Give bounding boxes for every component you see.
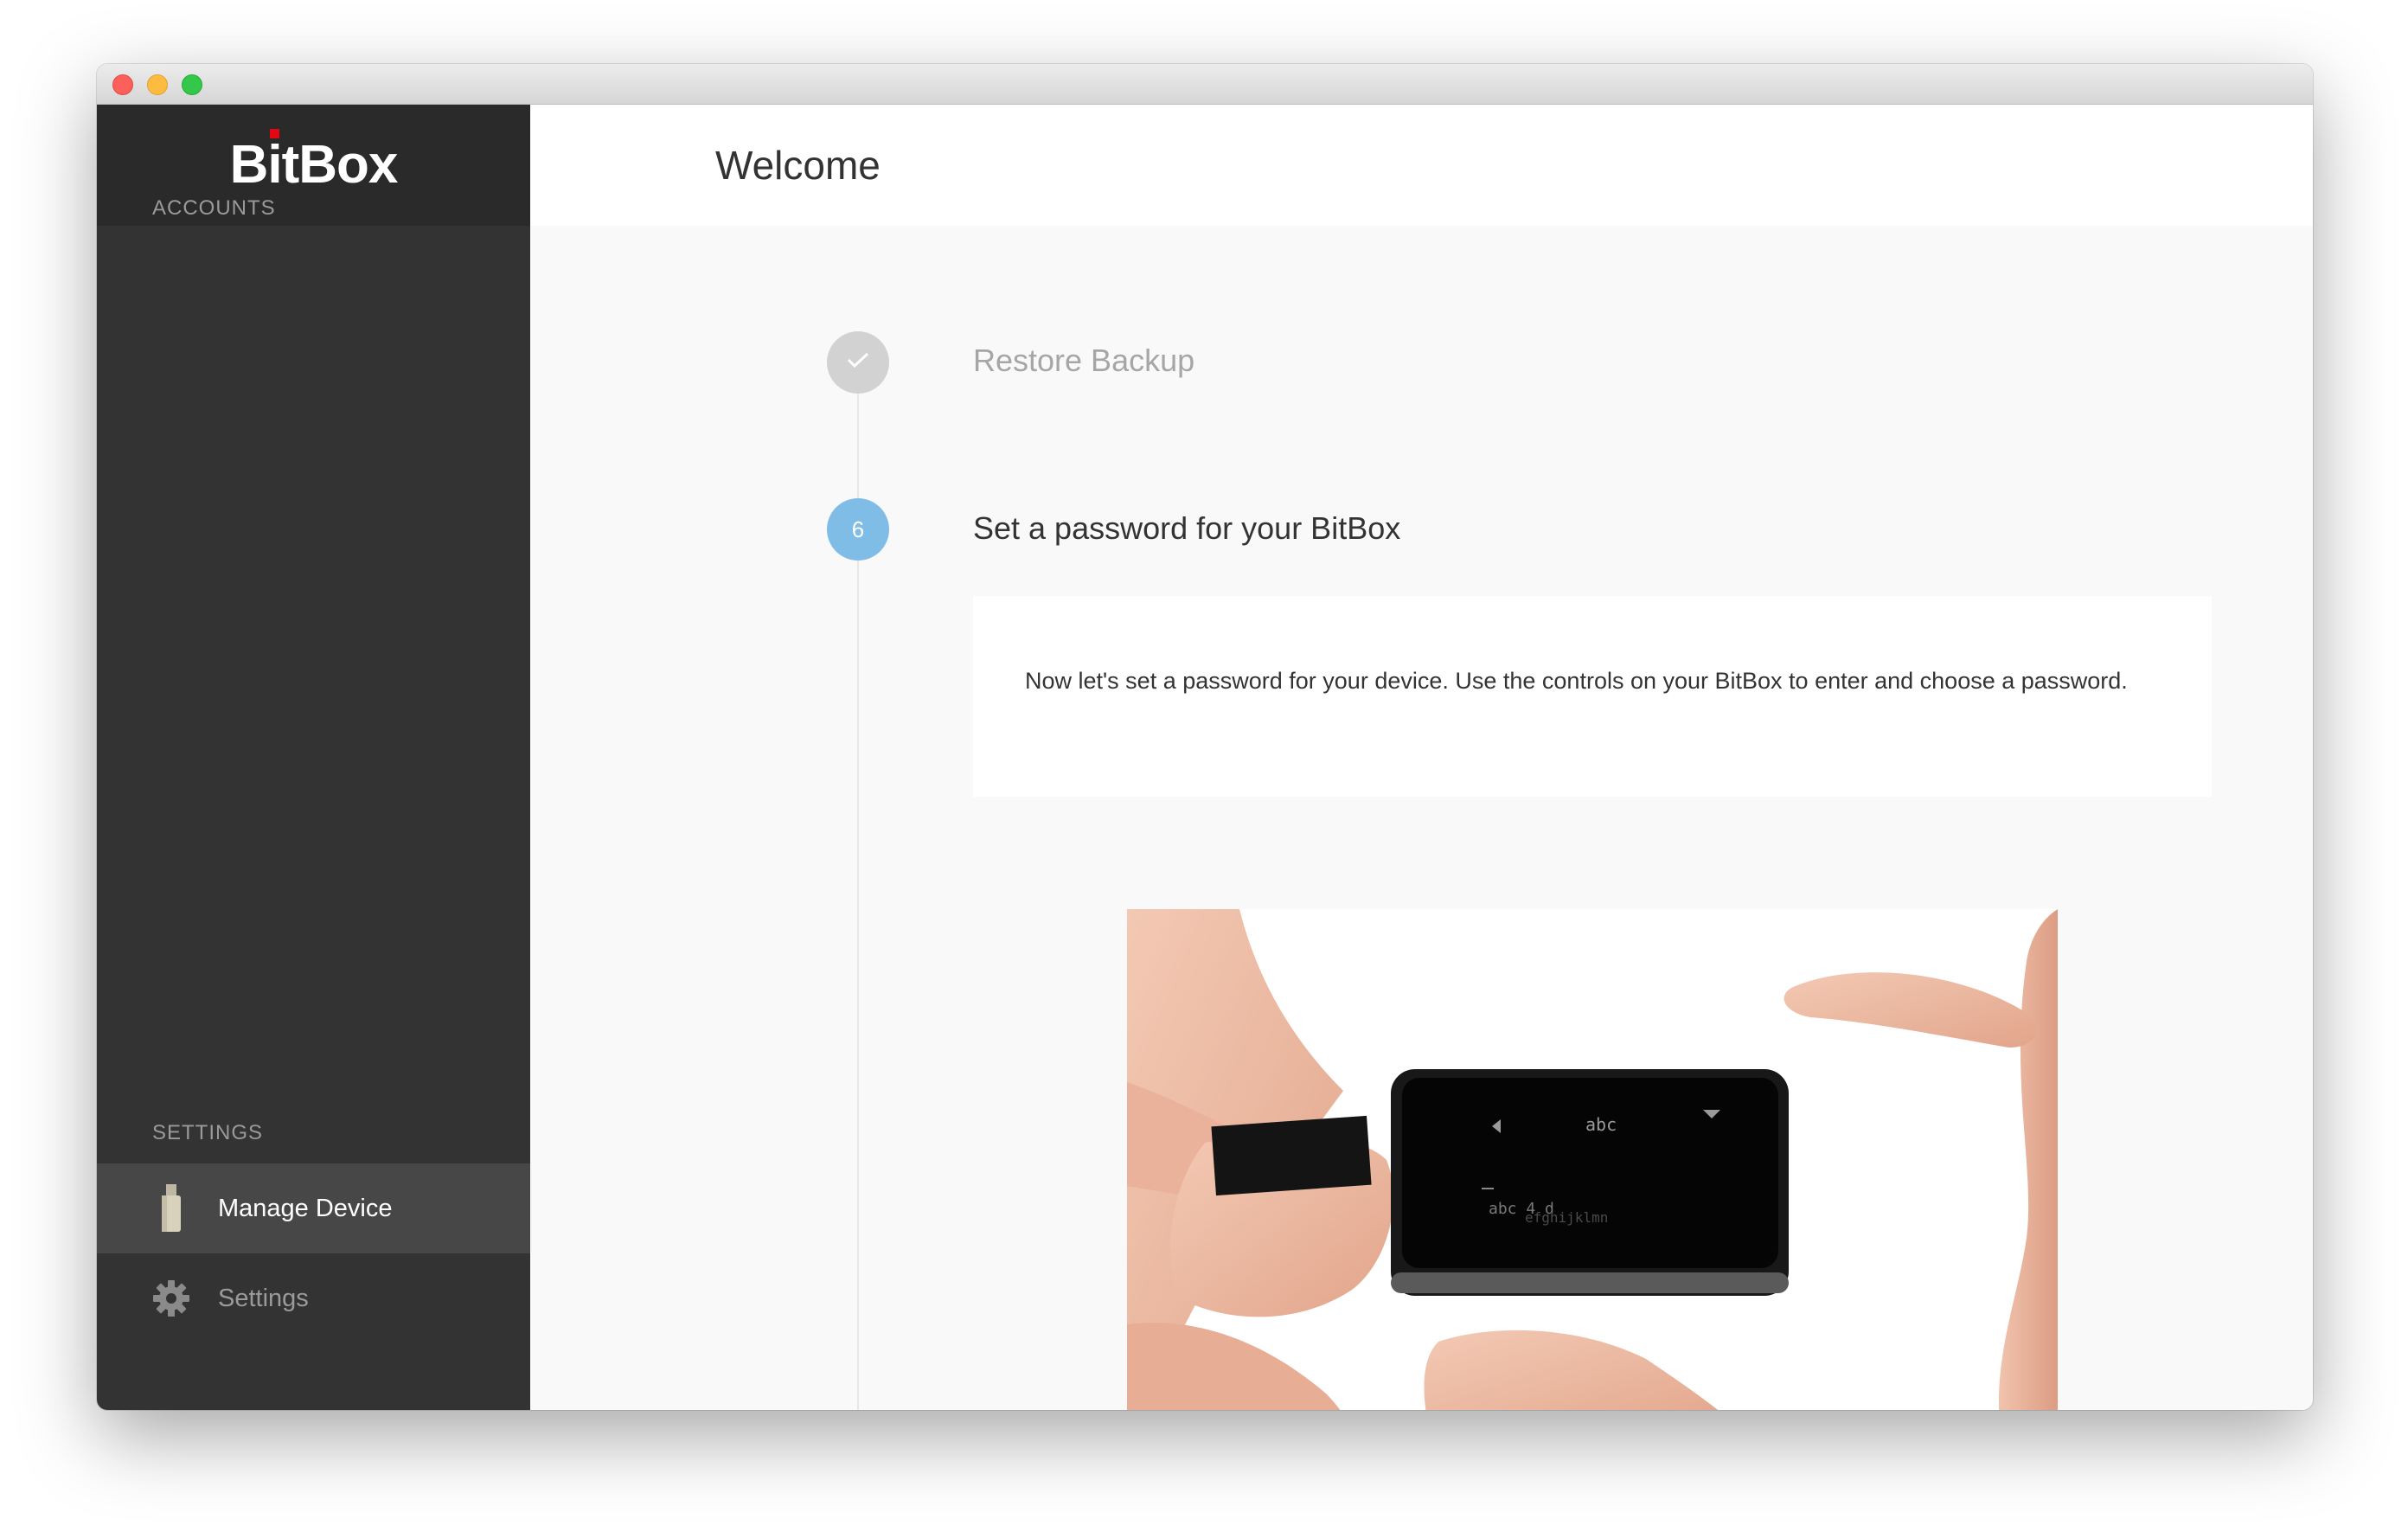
gear-icon [152, 1274, 190, 1323]
logo-text-3: tBox [281, 135, 399, 195]
accounts-section-label: ACCOUNTS [152, 196, 276, 220]
sidebar-item-label: Manage Device [218, 1194, 393, 1222]
page-title: Welcome [715, 143, 881, 188]
logo-text-1: B [229, 135, 269, 195]
title-bar [97, 64, 2313, 105]
step-done-indicator [827, 331, 889, 394]
main-content: Welcome Restore Backup 6 Set a password … [530, 105, 2313, 1410]
device-screen-top-text: abc [1585, 1114, 1617, 1135]
maximize-window-button[interactable] [182, 74, 202, 95]
close-window-button[interactable] [112, 74, 133, 95]
settings-section-label: SETTINGS [152, 1121, 264, 1144]
bitbox-device-photo: abc abc 4 d efghijklmn [1127, 909, 2058, 1410]
device-screen-bottom-text-2: efghijklmn [1525, 1209, 1608, 1226]
checkmark-icon [845, 349, 871, 376]
usb-stick-icon [152, 1184, 190, 1233]
step-restore-backup-title: Restore Backup [973, 343, 1195, 378]
instruction-card: Now let's set a password for your device… [973, 596, 2212, 797]
sidebar-item-label: Settings [218, 1284, 309, 1312]
sidebar-item-settings[interactable]: Settings [97, 1253, 530, 1343]
step-set-password-title: Set a password for your BitBox [973, 510, 1401, 546]
sidebar: BitBox ACCOUNTS SETTINGS Manage Device S… [97, 105, 530, 1410]
main-header: Welcome [530, 105, 2313, 226]
sidebar-item-manage-device[interactable]: Manage Device [97, 1163, 530, 1253]
minimize-window-button[interactable] [147, 74, 168, 95]
step-number-badge: 6 [827, 498, 889, 561]
app-window: BitBox ACCOUNTS SETTINGS Manage Device S… [97, 64, 2313, 1410]
instruction-text: Now let's set a password for your device… [1025, 668, 2128, 694]
